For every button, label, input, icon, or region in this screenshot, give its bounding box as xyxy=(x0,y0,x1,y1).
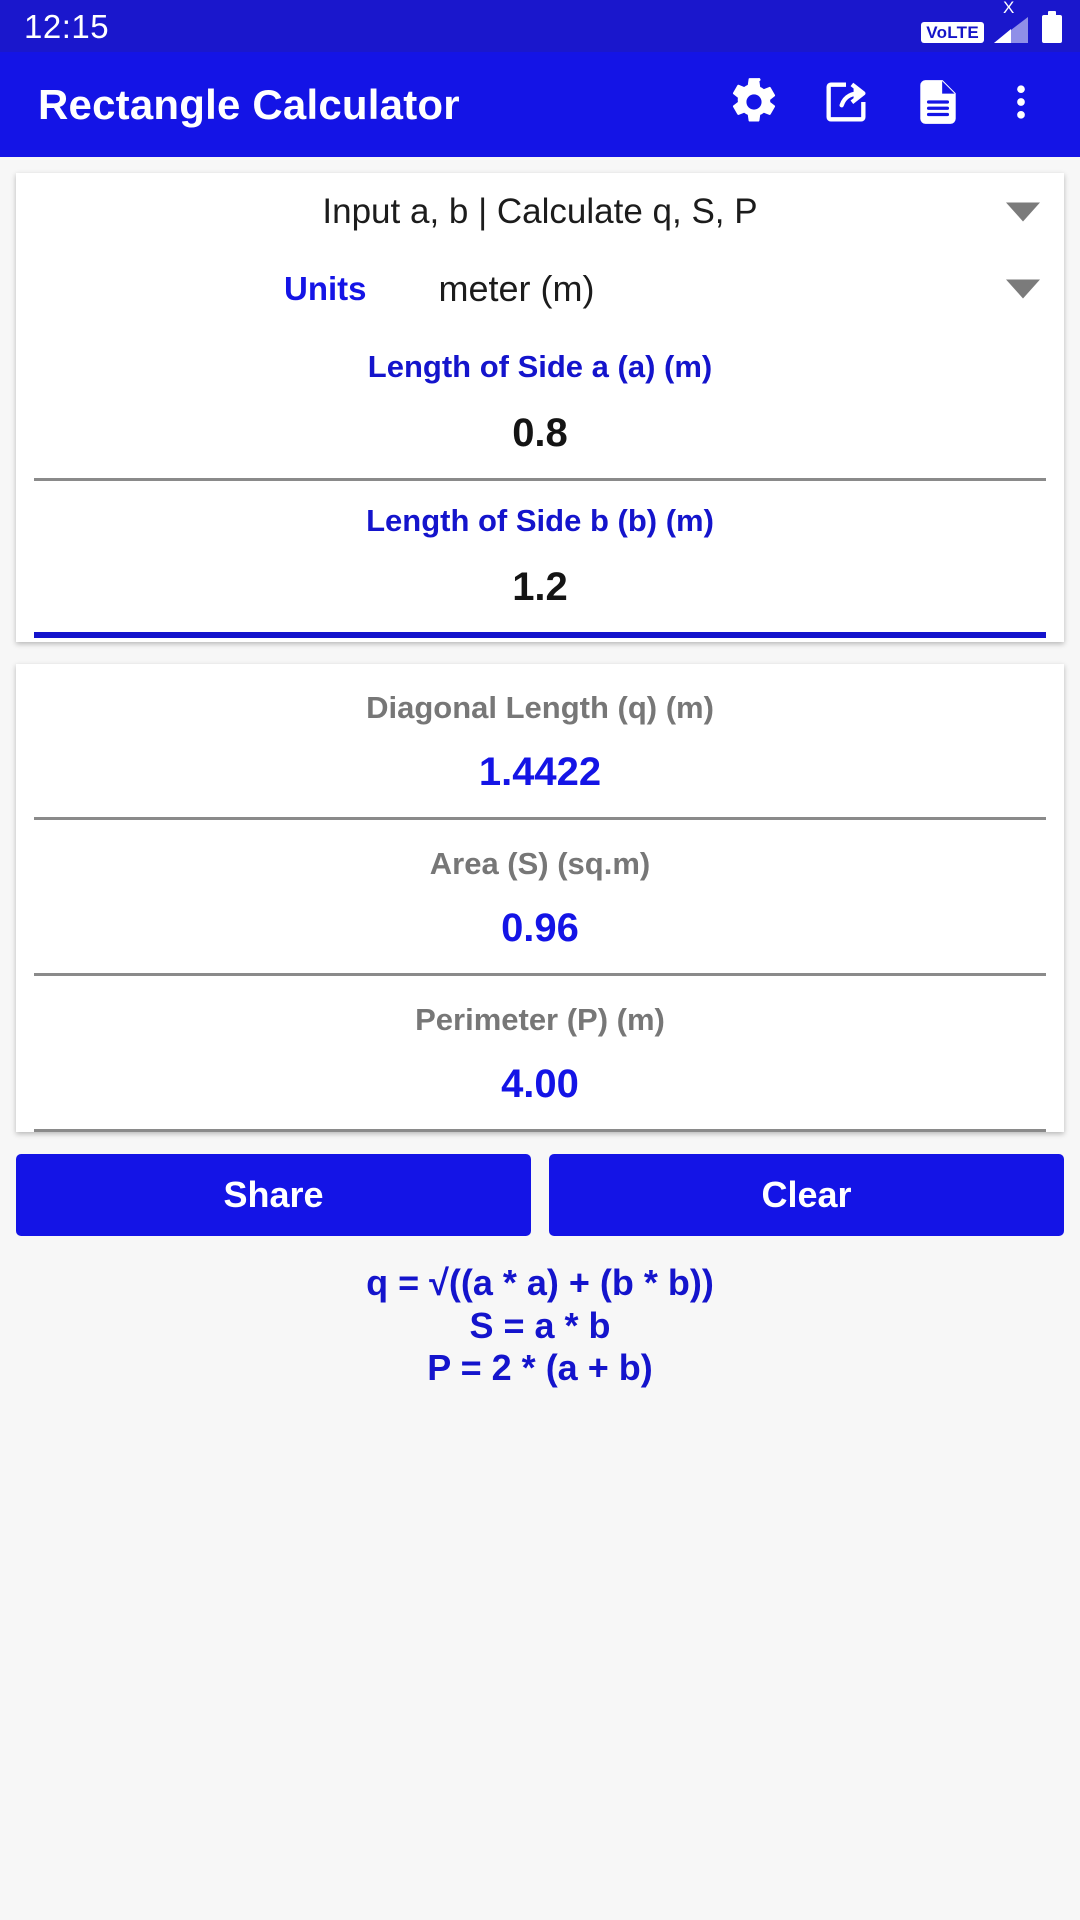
units-label: Units xyxy=(284,270,367,307)
side-a-label: Length of Side a (a) (m) xyxy=(367,349,713,384)
volte-icon: VoLTE xyxy=(921,22,984,43)
status-icons: VoLTE X xyxy=(921,0,1062,43)
mode-selector[interactable]: Input a, b | Calculate q, S, P xyxy=(34,173,1046,251)
side-b-field[interactable]: Length of Side b (b) (m) 1.2 xyxy=(34,481,1046,638)
signal-bars-filled xyxy=(994,29,1011,43)
status-time: 12:15 xyxy=(24,7,110,45)
signal-badge-label: X xyxy=(1003,0,1015,17)
area-value: 0.96 xyxy=(501,906,579,950)
mode-selector-value: Input a, b | Calculate q, S, P xyxy=(322,192,758,231)
overflow-menu-icon xyxy=(999,80,1043,129)
page-title: Rectangle Calculator xyxy=(38,80,460,128)
settings-button[interactable] xyxy=(708,59,800,151)
results-card: Diagonal Length (q) (m) 1.4422 Area (S) … xyxy=(16,664,1064,1132)
side-a-input[interactable]: 0.8 xyxy=(34,385,1046,478)
share-button[interactable]: Share xyxy=(16,1154,531,1236)
diagonal-label: Diagonal Length (q) (m) xyxy=(366,690,714,725)
perimeter-value: 4.00 xyxy=(501,1062,579,1106)
result-row-area: Area (S) (sq.m) 0.96 xyxy=(34,820,1046,976)
notes-button[interactable] xyxy=(892,59,984,151)
formula-diagonal: q = √((a * a) + (b * b)) xyxy=(366,1262,714,1303)
units-selector[interactable]: Units meter (m) xyxy=(34,251,1046,327)
result-row-diagonal: Diagonal Length (q) (m) 1.4422 xyxy=(34,664,1046,820)
formula-list: q = √((a * a) + (b * b)) S = a * b P = 2… xyxy=(0,1262,1080,1390)
export-button[interactable] xyxy=(800,59,892,151)
battery-body xyxy=(1042,15,1062,43)
diagonal-value: 1.4422 xyxy=(478,750,602,794)
overflow-menu-button[interactable] xyxy=(984,59,1058,151)
app-bar-actions xyxy=(708,59,1058,151)
result-row-perimeter: Perimeter (P) (m) 4.00 xyxy=(34,976,1046,1132)
side-b-label: Length of Side b (b) (m) xyxy=(366,503,714,538)
document-icon xyxy=(913,77,963,132)
perimeter-underline xyxy=(34,1129,1046,1132)
side-b-underline-focused xyxy=(34,632,1046,638)
formula-area: S = a * b xyxy=(469,1304,611,1346)
action-buttons: Share Clear xyxy=(16,1154,1064,1236)
status-bar: 12:15 VoLTE X xyxy=(0,0,1080,52)
share-export-icon xyxy=(820,76,872,133)
signal-icon: X xyxy=(994,0,1032,43)
units-value: meter (m) xyxy=(438,268,595,309)
input-card: Input a, b | Calculate q, S, P Units met… xyxy=(16,173,1064,642)
chevron-down-icon xyxy=(1006,202,1040,222)
clear-button[interactable]: Clear xyxy=(549,1154,1064,1236)
battery-icon xyxy=(1042,11,1062,43)
chevron-down-icon xyxy=(1006,279,1040,299)
area-label: Area (S) (sq.m) xyxy=(429,846,651,881)
formula-perimeter: P = 2 * (a + b) xyxy=(427,1347,653,1389)
side-a-field[interactable]: Length of Side a (a) (m) 0.8 xyxy=(34,327,1046,481)
gear-icon xyxy=(728,76,780,133)
app-bar: Rectangle Calculator xyxy=(0,52,1080,157)
side-b-input[interactable]: 1.2 xyxy=(34,539,1046,632)
perimeter-label: Perimeter (P) (m) xyxy=(415,1002,665,1037)
